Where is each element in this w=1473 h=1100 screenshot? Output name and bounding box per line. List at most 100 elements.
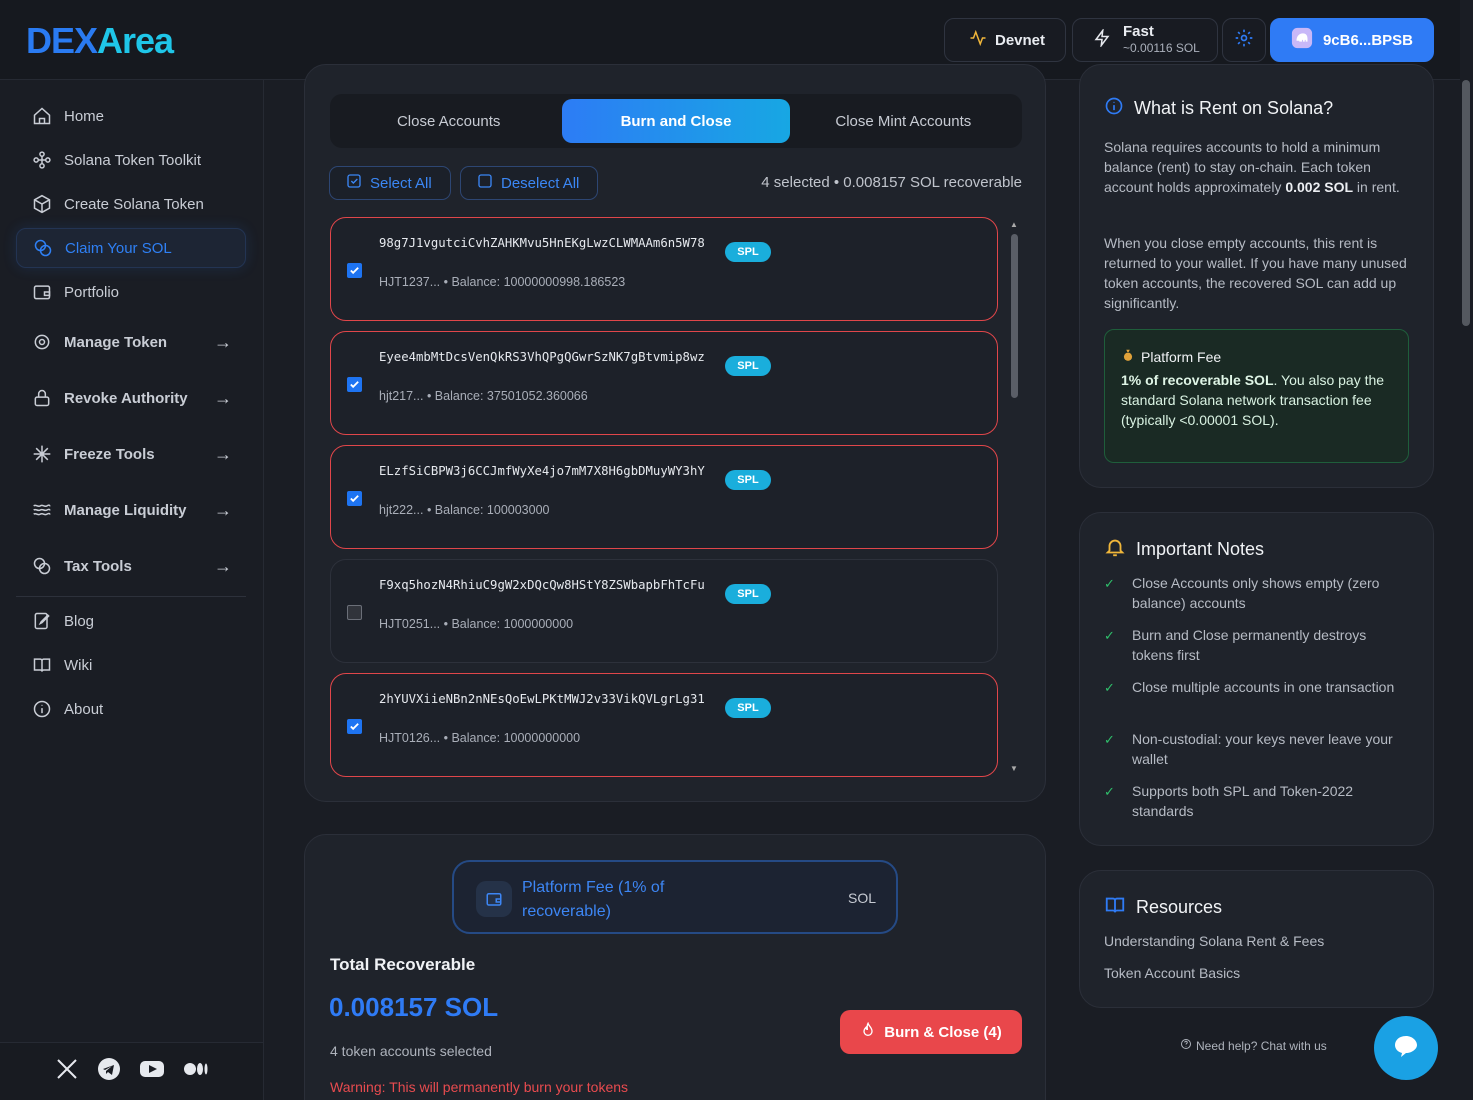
tab-burn-and-close[interactable]: Burn and Close	[562, 99, 790, 143]
help-text[interactable]: Need help? Chat with us	[1180, 1038, 1327, 1053]
wallet-button[interactable]: 9cB6...BPSB	[1270, 18, 1434, 62]
account-row[interactable]: ELzfSiCBPW3j6CCJmfWyXe4jo7mM7X8H6gbDMuyW…	[330, 445, 998, 549]
mint-address: ELzfSiCBPW3j6CCJmfWyXe4jo7mM7X8H6gbDMuyW…	[379, 464, 705, 478]
account-meta: HJT0251... • Balance: 1000000000	[379, 617, 574, 631]
select-all-button[interactable]: Select All	[329, 166, 451, 200]
note-item: ✓ Burn and Close permanently destroys tok…	[1104, 627, 1367, 663]
check-icon: ✓	[1104, 576, 1115, 591]
mint-address: Eyee4mbMtDcsVenQkRS3VhQPgQGwrSzNK7gBtvmi…	[379, 350, 705, 364]
sidebar-item-create-token[interactable]: Create Solana Token	[16, 184, 246, 224]
mint-address: 98g7J1vgutciCvhZAHKMvu5HnEKgLwzCLWMAAm6n…	[379, 236, 705, 250]
book-icon	[1104, 894, 1126, 921]
sidebar-item-blog[interactable]: Blog	[16, 601, 246, 641]
platform-fee-label: Platform Fee (1% of recoverable)	[522, 879, 665, 920]
chat-bubble-icon	[1393, 1034, 1419, 1063]
account-meta: hjt222... • Balance: 100003000	[379, 503, 550, 517]
settings-button[interactable]	[1222, 18, 1266, 62]
mint-address: 2hYUVXiieNBn2nNEsQoEwLPKtMWJ2v33VikQVLgr…	[379, 692, 705, 706]
scroll-down-icon[interactable]: ▼	[1009, 764, 1019, 773]
waves-icon	[32, 500, 52, 520]
speed-label: Fast	[1123, 23, 1154, 40]
sidebar-item-freeze-tools[interactable]: Freeze Tools →	[16, 434, 246, 474]
token-standard-badge: SPL	[725, 242, 771, 262]
page-scrollbar[interactable]	[1460, 0, 1473, 1100]
gear-icon	[1234, 28, 1254, 52]
sidebar-item-manage-liquidity[interactable]: Manage Liquidity →	[16, 490, 246, 530]
cube-icon	[32, 194, 52, 214]
wallet-address: 9cB6...BPSB	[1322, 31, 1414, 49]
mint-address: F9xq5hozN4RhiuC9gW2xDQcQw8HStY8ZSWbapbFh…	[379, 578, 705, 592]
snowflake-icon	[32, 444, 52, 464]
sidebar-item-portfolio[interactable]: Portfolio	[16, 272, 246, 312]
sidebar-item-revoke-authority[interactable]: Revoke Authority →	[16, 378, 246, 418]
sidebar-item-home[interactable]: Home	[16, 96, 246, 136]
arrow-right-icon: →	[214, 387, 232, 408]
account-list-scrollbar[interactable]: ▲ ▼	[1009, 220, 1019, 776]
sidebar-item-tax-tools[interactable]: Tax Tools →	[16, 546, 246, 586]
total-recoverable-value: 0.008157 SOL	[329, 992, 499, 1022]
network-button[interactable]: Devnet	[944, 18, 1066, 62]
sidebar-item-claim-sol[interactable]: Claim Your SOL	[16, 228, 246, 268]
bell-icon	[1104, 536, 1126, 563]
account-checkbox[interactable]	[347, 377, 362, 392]
note-item: ✓ Close multiple accounts in one transact…	[1104, 677, 1408, 698]
activity-icon	[969, 29, 987, 51]
wallet-icon	[32, 282, 52, 302]
token-standard-badge: SPL	[725, 698, 771, 718]
account-row[interactable]: 98g7J1vgutciCvhZAHKMvu5HnEKgLwzCLWMAAm6n…	[330, 217, 998, 321]
network-label: Devnet	[995, 31, 1046, 49]
scrollbar-thumb[interactable]	[1011, 234, 1018, 398]
account-row[interactable]: 2hYUVXiieNBn2nNEsQoEwLPKtMWJ2v33VikQVLgr…	[330, 673, 998, 777]
arrow-right-icon: →	[214, 555, 232, 576]
sidebar-item-manage-token[interactable]: Manage Token →	[16, 322, 246, 362]
resource-link[interactable]: Understanding Solana Rent & Fees	[1104, 933, 1324, 949]
arrow-right-icon: →	[214, 331, 232, 352]
page-scrollbar-thumb[interactable]	[1462, 80, 1470, 326]
chat-button[interactable]	[1374, 1016, 1438, 1080]
fee-text: 1% of recoverable SOL. You also pay the …	[1121, 372, 1385, 428]
coins-icon	[33, 238, 53, 258]
accounts-selected-count: 4 token accounts selected	[330, 1043, 492, 1059]
arrow-right-icon: →	[214, 443, 232, 464]
money-bag-icon	[1121, 348, 1135, 365]
account-list[interactable]: 98g7J1vgutciCvhZAHKMvu5HnEKgLwzCLWMAAm6n…	[330, 217, 1000, 777]
tab-close-mint-accounts[interactable]: Close Mint Accounts	[790, 99, 1017, 143]
account-checkbox[interactable]	[347, 263, 362, 278]
note-item: ✓ Supports both SPL and Token-2022 standa…	[1104, 783, 1354, 819]
fee-title: Platform Fee	[1121, 348, 1221, 365]
deselect-all-button[interactable]: Deselect All	[460, 166, 598, 200]
network-nodes-icon	[32, 150, 52, 170]
check-icon: ✓	[1104, 732, 1115, 747]
telegram-icon[interactable]	[97, 1057, 121, 1086]
notes-title: Important Notes	[1104, 536, 1264, 563]
youtube-icon[interactable]	[139, 1059, 165, 1084]
info-icon	[1104, 96, 1124, 121]
sidebar-item-toolkit[interactable]: Solana Token Toolkit	[16, 140, 246, 180]
square-icon	[477, 173, 493, 193]
account-row[interactable]: F9xq5hozN4RhiuC9gW2xDQcQw8HStY8ZSWbapbFh…	[330, 559, 998, 663]
account-meta: hjt217... • Balance: 37501052.360066	[379, 389, 588, 403]
burn-close-button[interactable]: Burn & Close (4)	[840, 1010, 1022, 1054]
gear-icon	[32, 332, 52, 352]
priority-fee-button[interactable]: Fast ~0.00116 SOL	[1072, 18, 1218, 62]
rent-info-paragraph-1: Solana requires accounts to hold a minim…	[1104, 139, 1400, 195]
resource-link[interactable]: Token Account Basics	[1104, 965, 1240, 981]
platform-fee-info: Platform Fee 1% of recoverable SOL. You …	[1104, 329, 1409, 463]
lightning-icon	[1093, 27, 1111, 51]
medium-icon[interactable]	[183, 1059, 209, 1084]
x-icon[interactable]	[55, 1057, 79, 1086]
logo[interactable]: DEXArea	[26, 20, 174, 62]
tab-close-accounts[interactable]: Close Accounts	[335, 99, 562, 143]
platform-fee-box: Platform Fee (1% of recoverable) SOL	[452, 860, 898, 934]
account-checkbox[interactable]	[347, 491, 362, 506]
book-icon	[32, 655, 52, 675]
account-checkbox[interactable]	[347, 719, 362, 734]
sidebar-item-about[interactable]: About	[16, 689, 246, 729]
account-meta: HJT1237... • Balance: 10000000998.186523	[379, 275, 626, 289]
sidebar-item-wiki[interactable]: Wiki	[16, 645, 246, 685]
note-item: ✓ Non-custodial: your keys never leave yo…	[1104, 731, 1393, 767]
account-row[interactable]: Eyee4mbMtDcsVenQkRS3VhQPgQGwrSzNK7gBtvmi…	[330, 331, 998, 435]
lock-icon	[32, 388, 52, 408]
account-checkbox[interactable]	[347, 605, 362, 620]
scroll-up-icon[interactable]: ▲	[1009, 220, 1019, 229]
